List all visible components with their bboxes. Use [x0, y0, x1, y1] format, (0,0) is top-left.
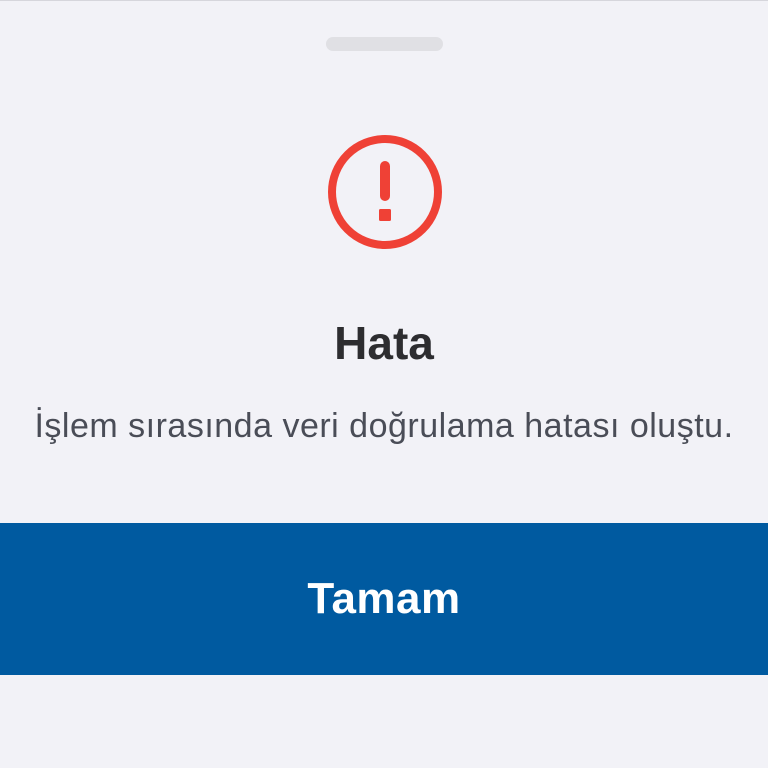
- ok-button-label: Tamam: [307, 574, 461, 623]
- ok-button[interactable]: Tamam: [0, 523, 768, 675]
- error-bottom-sheet: Hata İşlem sırasında veri doğrulama hata…: [0, 0, 768, 768]
- sheet-grabber-handle[interactable]: [326, 37, 443, 51]
- dialog-title: Hata: [334, 317, 434, 369]
- dialog-message: İşlem sırasında veri doğrulama hatası ol…: [34, 407, 734, 445]
- alert-circle-icon: [328, 135, 442, 249]
